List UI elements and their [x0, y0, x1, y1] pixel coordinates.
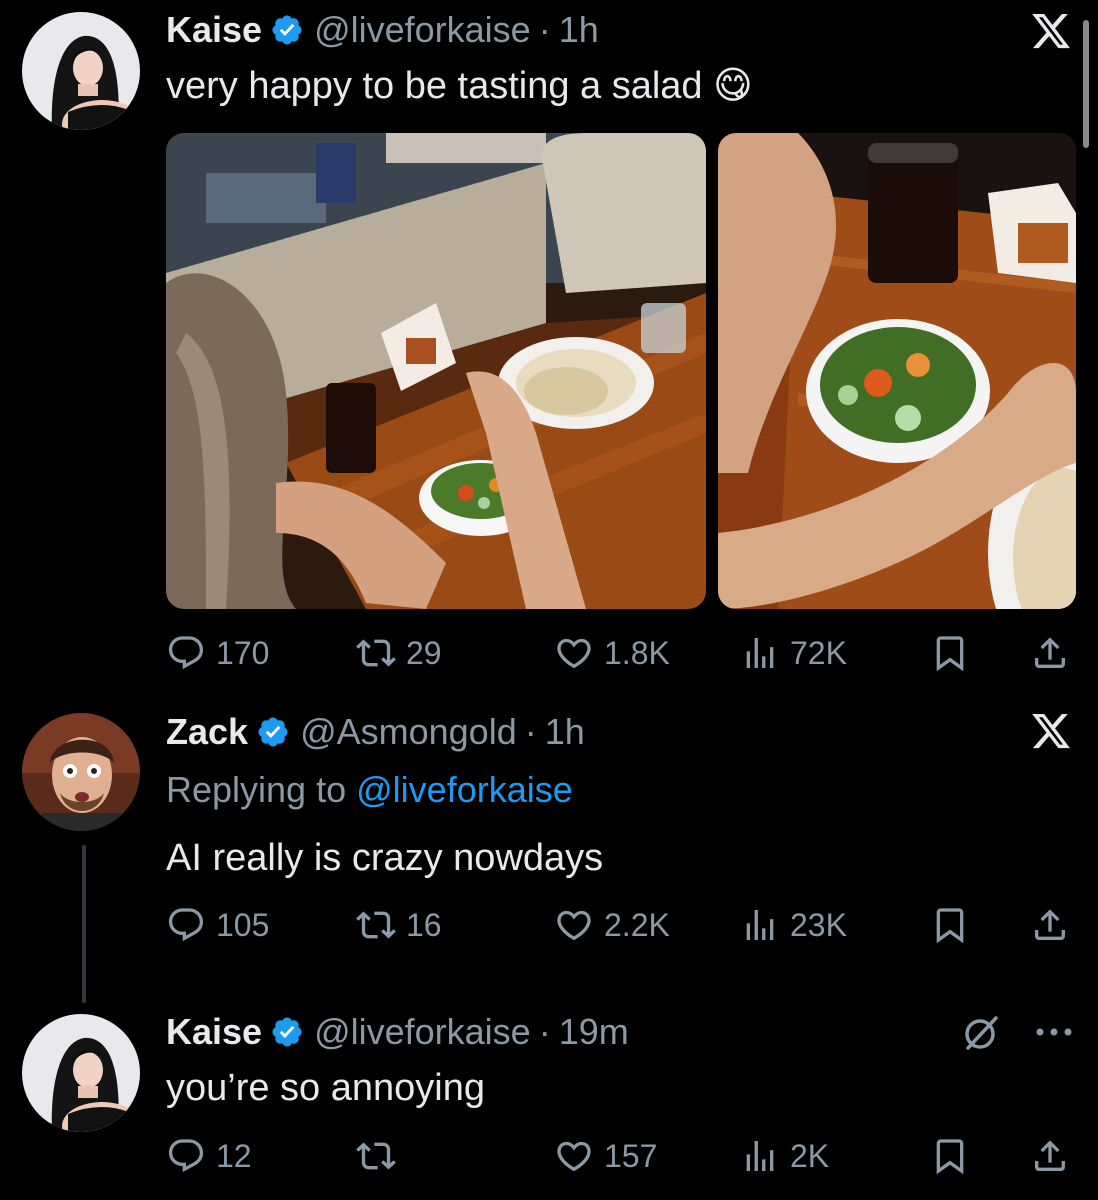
like-count: 2.2K: [604, 907, 670, 943]
bookmark-button[interactable]: [930, 905, 970, 945]
repost-button[interactable]: [356, 1136, 406, 1176]
verified-badge-icon: [270, 1015, 304, 1049]
timestamp[interactable]: 1h: [545, 710, 585, 754]
display-name[interactable]: Zack: [166, 710, 248, 754]
more-icon[interactable]: [1034, 1024, 1074, 1040]
tweet-2-header: Zack @Asmongold · 1h: [166, 710, 585, 754]
views-button[interactable]: 2K: [740, 1136, 829, 1176]
thread-line: [82, 845, 86, 1003]
repost-icon: [356, 1136, 396, 1176]
reply-button[interactable]: 12: [166, 1136, 252, 1176]
heart-icon: [554, 1136, 594, 1176]
repost-count: 29: [406, 635, 442, 671]
mention-link[interactable]: @liveforkaise: [356, 769, 573, 810]
tweet-photo-2[interactable]: [718, 133, 1076, 609]
tweet-photo-1[interactable]: [166, 133, 706, 609]
repost-button[interactable]: 16: [356, 905, 442, 945]
tweet-text: AI really is crazy nowdays: [166, 837, 604, 879]
repost-icon: [356, 633, 396, 673]
share-icon: [1030, 905, 1070, 945]
display-name[interactable]: Kaise: [166, 8, 262, 52]
share-icon: [1030, 1136, 1070, 1176]
reply-button[interactable]: 105: [166, 905, 269, 945]
verified-badge-icon: [270, 13, 304, 47]
views-count: 2K: [790, 1138, 830, 1174]
share-button[interactable]: [1030, 633, 1070, 673]
like-button[interactable]: 157: [554, 1136, 657, 1176]
repost-icon: [356, 905, 396, 945]
display-name[interactable]: Kaise: [166, 1010, 262, 1054]
timestamp[interactable]: 1h: [559, 8, 599, 52]
reply-count: 12: [216, 1138, 252, 1174]
reply-count: 170: [216, 635, 270, 671]
tweet-text: you’re so annoying: [166, 1067, 485, 1109]
share-button[interactable]: [1030, 905, 1070, 945]
reply-button[interactable]: 170: [166, 633, 269, 673]
user-handle[interactable]: @liveforkaise: [314, 1010, 531, 1054]
views-chart-icon: [740, 905, 780, 945]
like-count: 1.8K: [604, 635, 670, 671]
tweet-3-header: Kaise @liveforkaise · 19m: [166, 1010, 629, 1054]
separator-dot: ·: [538, 9, 551, 50]
verified-badge-icon: [256, 715, 290, 749]
repost-button[interactable]: 29: [356, 633, 442, 673]
heart-icon: [554, 905, 594, 945]
reply-icon: [166, 1136, 206, 1176]
bookmark-icon: [930, 1136, 970, 1176]
separator-dot: ·: [524, 711, 537, 752]
reply-count: 105: [216, 907, 270, 943]
zack-avatar[interactable]: [22, 713, 140, 831]
replying-to: Replying to @liveforkaise: [166, 768, 573, 812]
views-chart-icon: [740, 1136, 780, 1176]
tweet-1-header: Kaise @liveforkaise · 1h: [166, 8, 599, 52]
views-chart-icon: [740, 633, 780, 673]
heart-icon: [554, 633, 594, 673]
scrollbar[interactable]: [1083, 20, 1089, 148]
repost-count: 16: [406, 907, 442, 943]
like-button[interactable]: 2.2K: [554, 905, 670, 945]
reply-icon: [166, 905, 206, 945]
views-button[interactable]: 72K: [740, 633, 847, 673]
replying-to-label: Replying to: [166, 769, 347, 810]
reply-icon: [166, 633, 206, 673]
bookmark-button[interactable]: [930, 1136, 970, 1176]
bookmark-icon: [930, 905, 970, 945]
share-icon: [1030, 633, 1070, 673]
like-count: 157: [604, 1138, 658, 1174]
separator-dot: ·: [538, 1011, 551, 1052]
timestamp[interactable]: 19m: [559, 1010, 629, 1054]
grok-icon[interactable]: [962, 1012, 1002, 1052]
like-button[interactable]: 1.8K: [554, 633, 670, 673]
tweet-text: very happy to be tasting a salad 😋: [166, 65, 753, 107]
kaise-avatar[interactable]: [22, 1014, 140, 1132]
user-handle[interactable]: @Asmongold: [300, 710, 517, 754]
bookmark-button[interactable]: [930, 633, 970, 673]
x-logo-icon[interactable]: [1030, 710, 1072, 752]
share-button[interactable]: [1030, 1136, 1070, 1176]
x-logo-icon[interactable]: [1030, 10, 1072, 52]
bookmark-icon: [930, 633, 970, 673]
user-handle[interactable]: @liveforkaise: [314, 8, 531, 52]
kaise-avatar[interactable]: [22, 12, 140, 130]
views-button[interactable]: 23K: [740, 905, 847, 945]
views-count: 23K: [790, 907, 847, 943]
views-count: 72K: [790, 635, 847, 671]
